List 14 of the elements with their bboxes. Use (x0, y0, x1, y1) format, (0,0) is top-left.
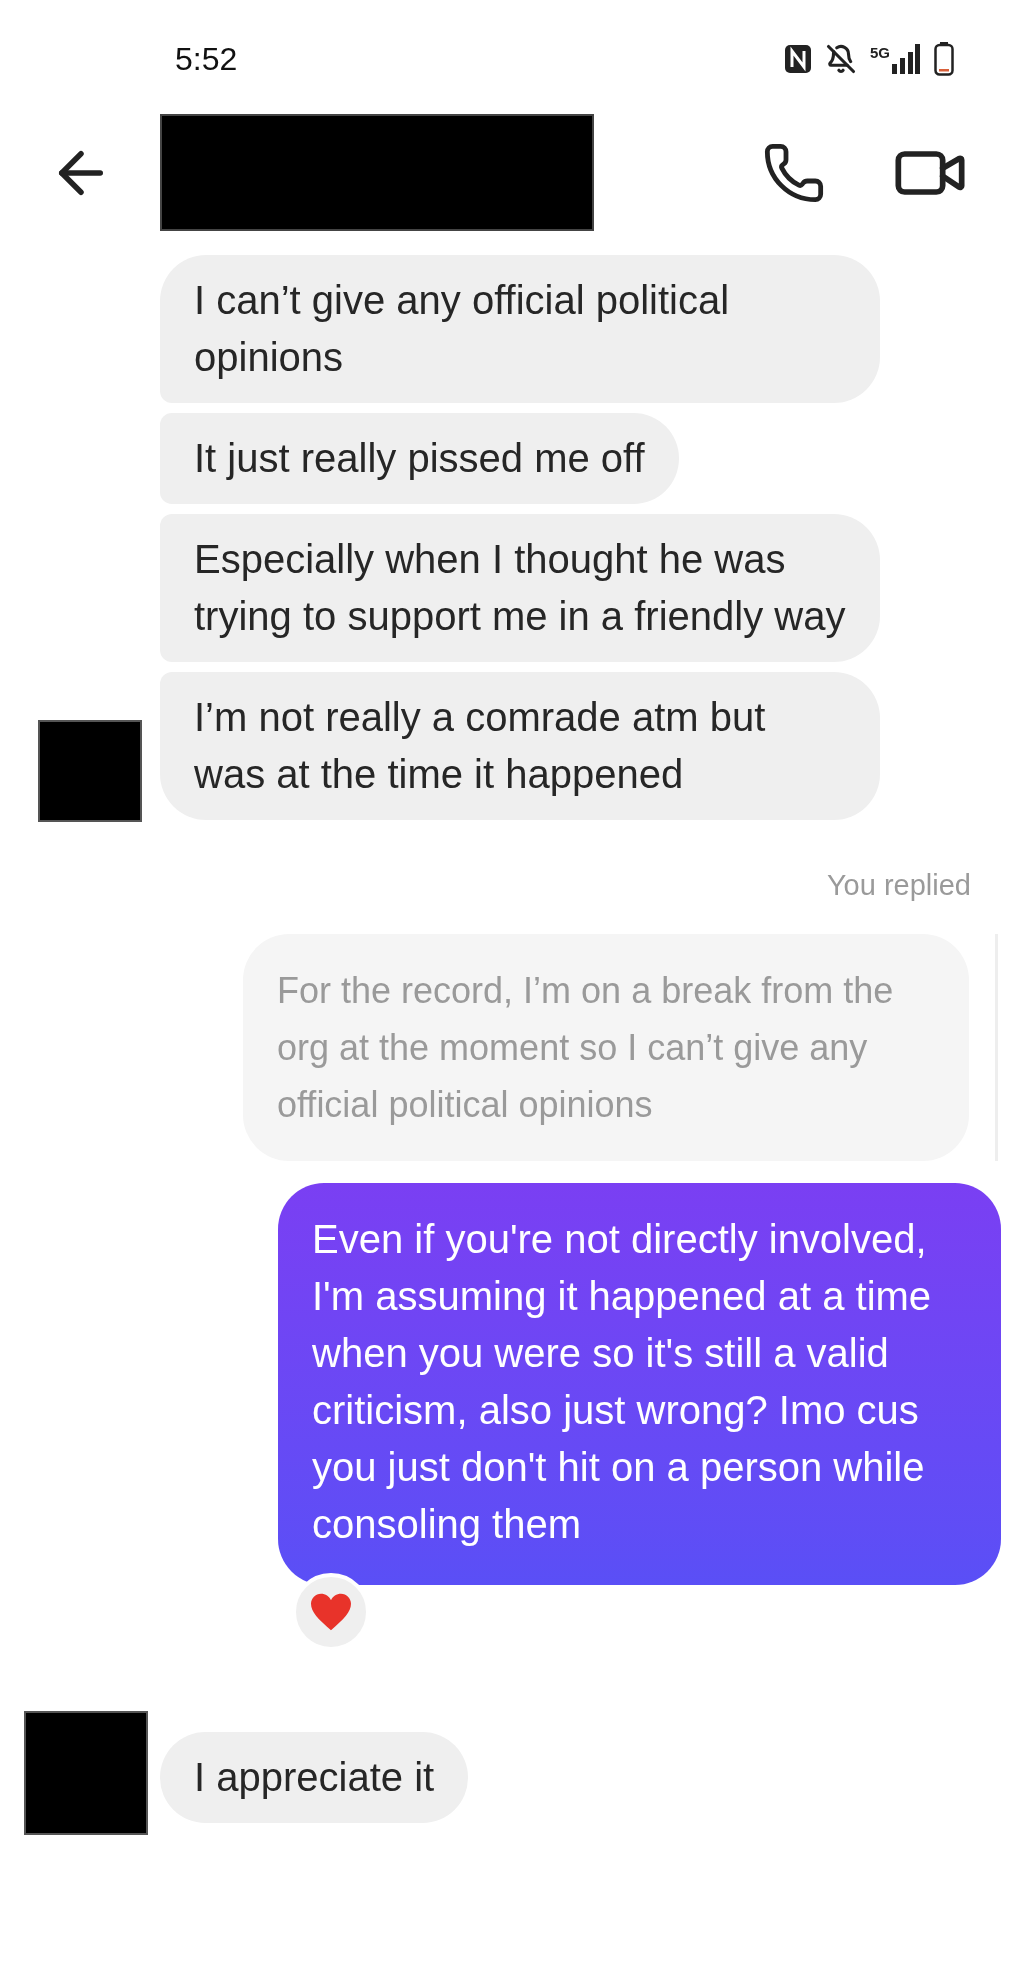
quoted-message[interactable]: For the record, I’m on a break from the org at the moment so I can’t give any official political opinions (243, 933, 969, 1161)
nfc-icon (784, 44, 812, 74)
status-time: 5:52 (175, 40, 238, 79)
message-bubble: Especially when I thought he was trying to support me in a friendly way (160, 514, 880, 662)
message-bubble: I’m not really a comrade atm but was at the time it happened (160, 672, 880, 820)
message-bubble: I appreciate it (160, 1731, 469, 1823)
battery-icon (934, 42, 954, 76)
heart-icon (309, 1591, 353, 1632)
message-bubble: It just really pissed me off (160, 413, 679, 504)
reply-label: You replied (826, 868, 971, 903)
bell-muted-icon (826, 44, 856, 74)
message-bubble: Even if you're not directly involved, I'm assuming it happened at a time when you were so it's still a valid criticism, also just wrong? Imo cus you just don't hit on a person while consoling them (278, 1182, 1001, 1585)
message-bubble: I can’t give any official political opinions (160, 255, 880, 403)
signal-indicator: 5G (870, 44, 920, 74)
